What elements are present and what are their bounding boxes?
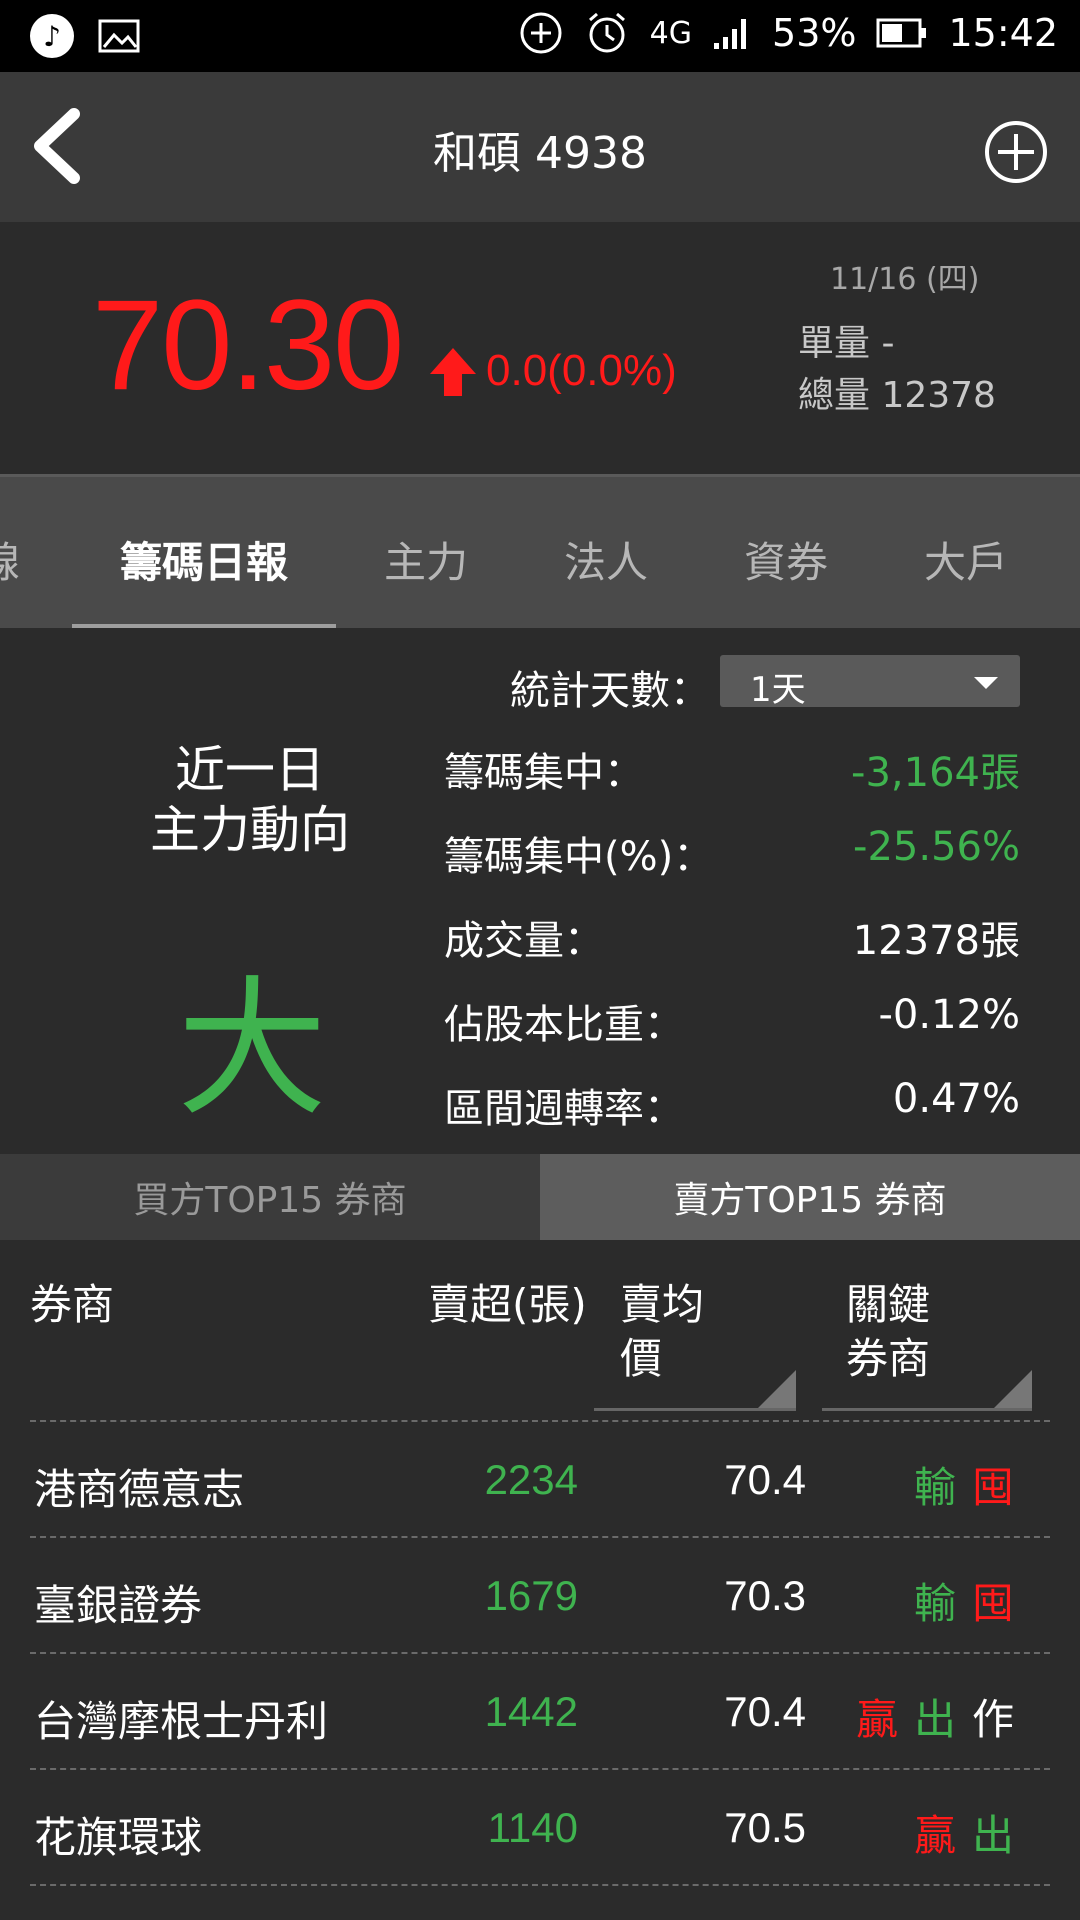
table-row[interactable]: 花旗環球 1140 70.5 贏 出 bbox=[0, 1770, 1080, 1886]
last-price: 70.30 bbox=[92, 274, 404, 417]
stat-row-concentration-pct: 籌碼集中(%)： -25.56% bbox=[444, 824, 1020, 884]
tag: 出 bbox=[971, 1811, 1014, 1860]
avg-sell-price: 70.3 bbox=[724, 1572, 806, 1619]
signal-icon bbox=[712, 15, 752, 51]
net-sell-qty: 1442 bbox=[484, 1688, 578, 1735]
column-header-key-broker[interactable]: 關鍵 券商 bbox=[846, 1278, 930, 1386]
gallery-icon bbox=[98, 19, 140, 53]
tag: 作 bbox=[971, 1695, 1014, 1744]
broker-name: 台灣摩根士丹利 bbox=[34, 1697, 329, 1746]
broker-name: 港商德意志 bbox=[34, 1465, 245, 1514]
quote-panel: 70.30 0.0(0.0%) 11/16 (四) 單量 - 總量 12378 bbox=[0, 222, 1080, 474]
clock: 15:42 bbox=[948, 11, 1058, 55]
column-header-net-sell: 賣超(張) bbox=[428, 1280, 587, 1329]
avg-sell-price: 70.4 bbox=[724, 1456, 806, 1503]
plus-circle-icon bbox=[985, 121, 1047, 183]
tag: 贏 bbox=[913, 1811, 956, 1860]
tab-margin[interactable]: 資券 bbox=[744, 529, 828, 590]
table-row[interactable]: 臺銀證券 1679 70.3 輸 囤 bbox=[0, 1538, 1080, 1654]
stat-row-capital-ratio: 佔股本比重： -0.12% bbox=[444, 992, 1020, 1052]
column-header-broker: 券商 bbox=[30, 1280, 115, 1329]
battery-percent: 53% bbox=[772, 11, 857, 55]
avg-price-header-line1: 賣均 bbox=[620, 1280, 705, 1329]
avg-sell-price: 70.4 bbox=[724, 1688, 806, 1735]
total-volume: 總量 12378 bbox=[798, 375, 996, 416]
key-broker-tags: 輸 囤 bbox=[914, 1454, 1014, 1515]
recent-trend-title: 近一日 主力動向 bbox=[110, 740, 390, 860]
key-broker-tags: 贏 出 作 bbox=[856, 1686, 1014, 1747]
alarm-icon bbox=[584, 10, 630, 56]
tab-buy-top15[interactable]: 買方TOP15 券商 bbox=[0, 1154, 540, 1240]
tag: 輸 bbox=[913, 1579, 956, 1628]
table-row[interactable]: 港商德意志 2234 70.4 輸 囤 bbox=[0, 1422, 1080, 1538]
music-note-icon: ♪ bbox=[30, 14, 74, 58]
key-header-line1: 關鍵 bbox=[846, 1280, 931, 1329]
stat-label: 佔股本比重： bbox=[444, 1002, 684, 1048]
sort-underline bbox=[594, 1408, 796, 1411]
table-row[interactable]: 台灣摩根士丹利 1442 70.4 贏 出 作 bbox=[0, 1654, 1080, 1770]
data-saver-icon bbox=[518, 10, 564, 56]
stat-label: 籌碼集中： bbox=[444, 750, 644, 796]
app-bar: 和碩 4938 bbox=[0, 72, 1080, 222]
net-sell-qty: 2234 bbox=[484, 1456, 578, 1503]
price-change: 0.0(0.0%) bbox=[426, 344, 677, 398]
stat-value: -3,164張 bbox=[851, 750, 1020, 796]
battery-icon bbox=[876, 18, 928, 48]
tab-sell-top15[interactable]: 賣方TOP15 券商 bbox=[540, 1154, 1080, 1240]
net-sell-qty: 1140 bbox=[487, 1804, 578, 1851]
tab-institutional[interactable]: 法人 bbox=[564, 529, 648, 590]
tag: 囤 bbox=[971, 1463, 1014, 1512]
stat-value: 0.47% bbox=[892, 1076, 1020, 1122]
row-divider bbox=[30, 1884, 1050, 1886]
quote-date: 11/16 (四) bbox=[830, 262, 980, 297]
stat-row-turnover: 區間週轉率： 0.47% bbox=[444, 1076, 1020, 1136]
key-broker-tags: 贏 出 bbox=[914, 1802, 1014, 1863]
tag: 贏 bbox=[855, 1695, 898, 1744]
stat-label: 籌碼集中(%)： bbox=[444, 834, 714, 880]
days-value: 1天 bbox=[750, 670, 806, 710]
status-bar: ♪ 4G 53% 15:42 bbox=[0, 0, 1080, 72]
key-broker-tags: 輸 囤 bbox=[914, 1570, 1014, 1631]
column-header-avg-price[interactable]: 賣均 價 bbox=[620, 1278, 704, 1386]
stat-row-concentration: 籌碼集中： -3,164張 bbox=[444, 740, 1020, 800]
days-dropdown[interactable]: 1天 bbox=[720, 655, 1020, 710]
days-label: 統計天數： bbox=[510, 668, 710, 714]
single-volume: 單量 - bbox=[798, 323, 895, 364]
tab-chip-daily[interactable]: 籌碼日報 bbox=[120, 529, 288, 590]
tab-k-line[interactable]: 線 bbox=[0, 529, 20, 590]
side-tabs: 買方TOP15 券商 賣方TOP15 券商 bbox=[0, 1154, 1080, 1240]
avg-price-header-line2: 價 bbox=[620, 1334, 663, 1383]
net-sell-qty: 1679 bbox=[484, 1572, 578, 1619]
stat-value: -0.12% bbox=[878, 992, 1020, 1038]
tag: 出 bbox=[913, 1695, 956, 1744]
add-watchlist-button[interactable] bbox=[984, 120, 1048, 184]
stat-label: 成交量： bbox=[444, 918, 604, 964]
network-type: 4G bbox=[649, 15, 693, 51]
recent-title-line1: 近一日 bbox=[175, 741, 325, 799]
arrow-up-icon bbox=[430, 348, 476, 396]
stat-label: 區間週轉率： bbox=[444, 1086, 684, 1132]
stat-value: 12378張 bbox=[852, 918, 1020, 964]
chevron-down-icon bbox=[974, 677, 998, 689]
sort-corner-icon[interactable] bbox=[758, 1370, 796, 1408]
stat-row-volume: 成交量： 12378張 bbox=[444, 908, 1020, 968]
stat-value: -25.56% bbox=[853, 824, 1020, 870]
avg-sell-price: 70.5 bbox=[724, 1804, 806, 1851]
broker-table: 券商 賣超(張) 賣均 價 關鍵 券商 港商德意志 2234 70.4 輸 囤 … bbox=[0, 1240, 1080, 1920]
recent-title-line2: 主力動向 bbox=[150, 801, 350, 859]
sort-underline bbox=[822, 1408, 1032, 1411]
tab-big-holders[interactable]: 大戶 bbox=[924, 529, 1008, 590]
chip-stats-panel: 統計天數： 1天 近一日 主力動向 大賣 籌碼集中： -3,164張 籌碼集中(… bbox=[0, 628, 1080, 1354]
broker-name: 花旗環球 bbox=[34, 1813, 203, 1862]
key-header-line2: 券商 bbox=[846, 1334, 931, 1383]
tab-main-force[interactable]: 主力 bbox=[384, 529, 468, 590]
broker-name: 臺銀證券 bbox=[34, 1581, 203, 1630]
change-value: 0.0(0.0%) bbox=[486, 346, 677, 395]
tag: 囤 bbox=[971, 1579, 1014, 1628]
sort-corner-icon[interactable] bbox=[994, 1370, 1032, 1408]
page-title: 和碩 4938 bbox=[433, 128, 647, 179]
tag: 輸 bbox=[913, 1463, 956, 1512]
tab-bar: 線 籌碼日報 主力 法人 資券 大戶 bbox=[0, 474, 1080, 628]
